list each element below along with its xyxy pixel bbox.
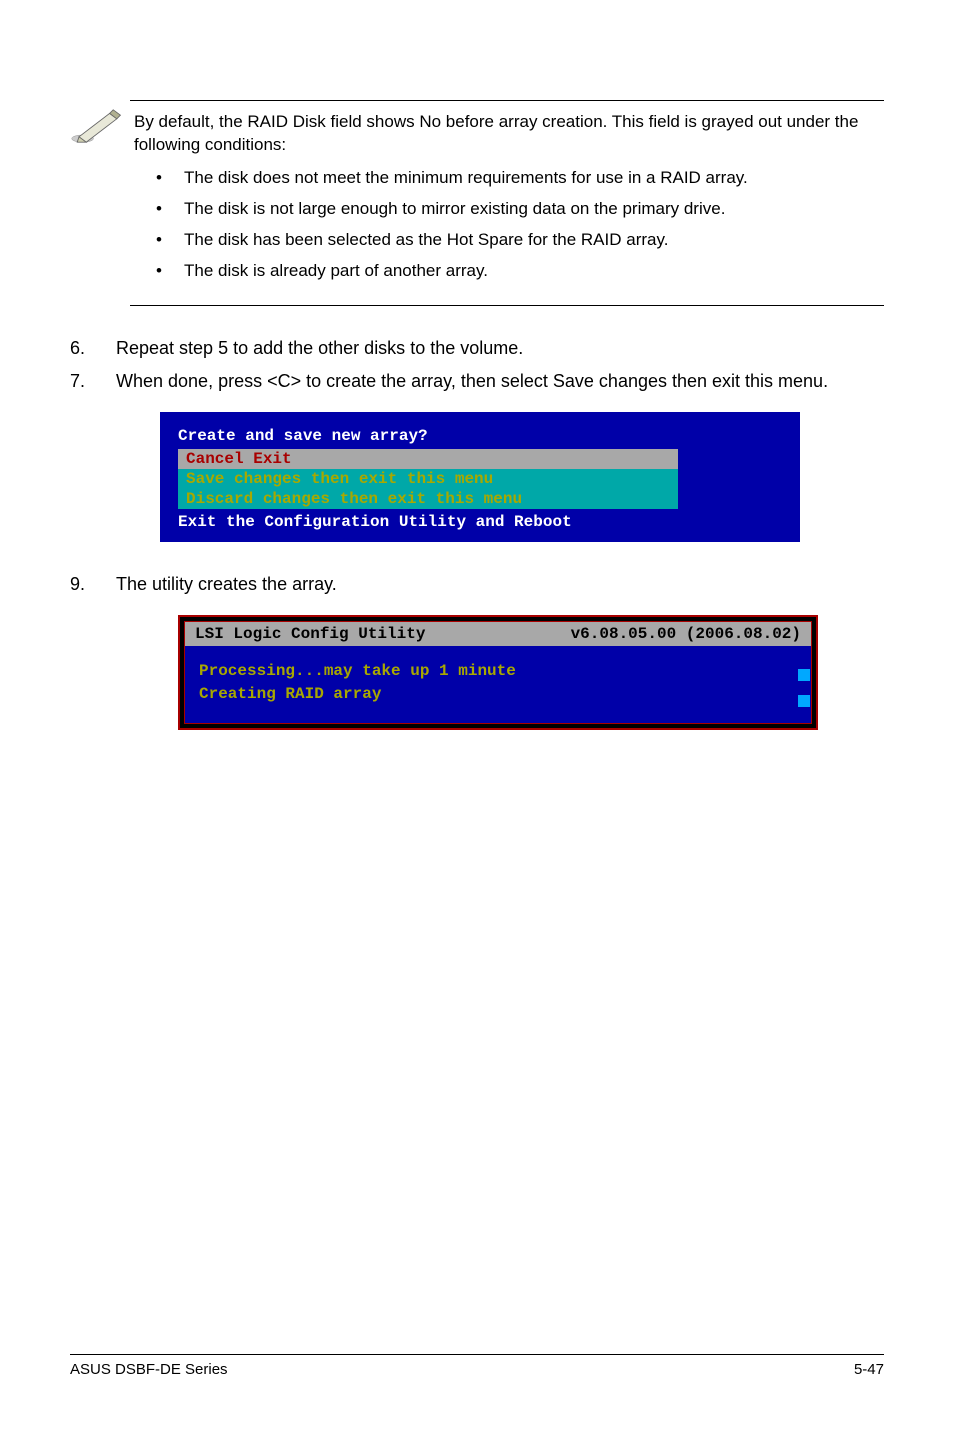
bullet-icon: • [156,198,184,221]
bios-menu-discard-changes[interactable]: Discard changes then exit this menu [178,489,678,509]
step-text: The utility creates the array. [116,572,884,597]
bullet-icon: • [156,260,184,283]
note-item-text: The disk does not meet the minimum requi… [184,167,748,190]
step-number: 7. [70,369,116,394]
note-item-text: The disk is already part of another arra… [184,260,488,283]
footer-left: ASUS DSBF-DE Series [70,1361,228,1378]
bios-body: Processing...may take up 1 minute Creati… [185,646,811,723]
bios-processing-line: Processing...may take up 1 minute [199,660,797,682]
step-6: 6. Repeat step 5 to add the other disks … [70,336,884,361]
activity-indicator-icon [798,669,810,681]
steps-list-2: 9. The utility creates the array. [70,572,884,597]
note-item: •The disk is not large enough to mirror … [156,198,880,221]
bios-menu-save-changes[interactable]: Save changes then exit this menu [178,469,678,489]
page-footer: ASUS DSBF-DE Series 5-47 [70,1354,884,1378]
bios-prompt: Create and save new array? [160,426,800,446]
bios-title-left: LSI Logic Config Utility [195,625,425,643]
step-9: 9. The utility creates the array. [70,572,884,597]
step-text: When done, press <C> to create the array… [116,369,884,394]
note-item-text: The disk has been selected as the Hot Sp… [184,229,668,252]
note-item: •The disk is already part of another arr… [156,260,880,283]
activity-indicator-icon [798,695,810,707]
bullet-icon: • [156,229,184,252]
bios-menu: Cancel Exit Save changes then exit this … [178,449,678,509]
bios-utility-screen: LSI Logic Config Utility v6.08.05.00 (20… [178,615,818,730]
pencil-icon [70,100,130,149]
note-block: By default, the RAID Disk field shows No… [70,100,884,306]
bios-title-right: v6.08.05.00 (2006.08.02) [571,625,801,643]
note-intro: By default, the RAID Disk field shows No… [134,111,880,157]
step-7: 7. When done, press <C> to create the ar… [70,369,884,394]
step-text: Repeat step 5 to add the other disks to … [116,336,884,361]
bios-menu-cancel-exit[interactable]: Cancel Exit [178,449,678,469]
step-number: 6. [70,336,116,361]
note-item: •The disk has been selected as the Hot S… [156,229,880,252]
steps-list: 6. Repeat step 5 to add the other disks … [70,336,884,394]
footer-right: 5-47 [854,1361,884,1378]
step-number: 9. [70,572,116,597]
note-body: By default, the RAID Disk field shows No… [130,100,884,306]
note-item-text: The disk is not large enough to mirror e… [184,198,725,221]
bios-dialog-save: Create and save new array? Cancel Exit S… [160,412,800,542]
bullet-icon: • [156,167,184,190]
bios-title-bar: LSI Logic Config Utility v6.08.05.00 (20… [185,622,811,646]
bios-footer-hint: Exit the Configuration Utility and Reboo… [160,512,800,532]
note-item: •The disk does not meet the minimum requ… [156,167,880,190]
bios-creating-line: Creating RAID array [199,683,797,705]
note-list: •The disk does not meet the minimum requ… [134,167,880,283]
